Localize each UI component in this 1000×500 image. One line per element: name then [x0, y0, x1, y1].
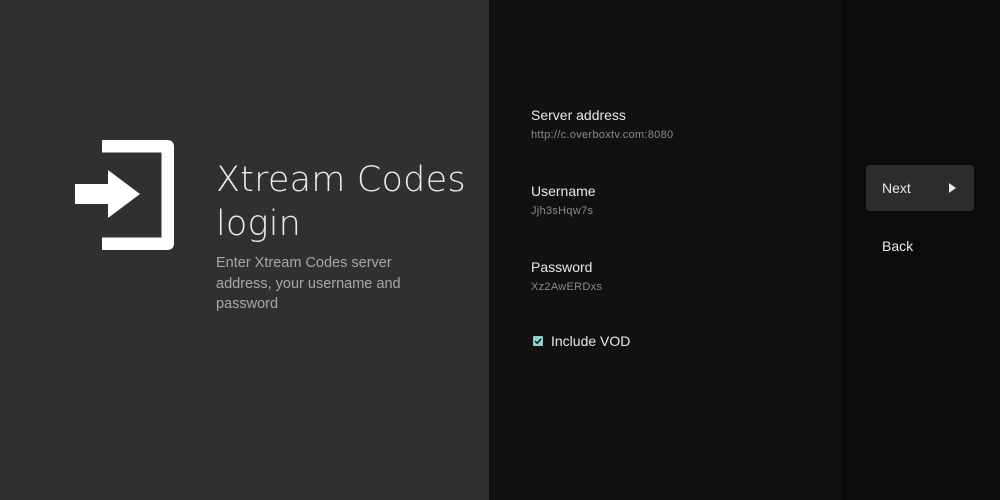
- include-vod-checkbox[interactable]: Include VOD: [533, 332, 630, 350]
- login-form: Server address http://c.overboxtv.com:80…: [489, 0, 841, 500]
- username-label: Username: [531, 183, 596, 199]
- xtream-login-screen: Xtream Codes login Enter Xtream Codes se…: [0, 0, 1000, 500]
- server-address-label: Server address: [531, 107, 626, 123]
- login-icon: [75, 140, 174, 250]
- next-button-label: Next: [882, 180, 911, 196]
- checkmark-icon: [534, 338, 542, 345]
- password-field[interactable]: Password Xz2AwERDxs: [531, 258, 811, 295]
- back-button-label: Back: [882, 238, 914, 254]
- password-label: Password: [531, 259, 593, 275]
- page-title: Xtream Codes login: [216, 160, 466, 244]
- arrow-right-icon: [949, 183, 956, 193]
- guidance-panel: Xtream Codes login Enter Xtream Codes se…: [0, 0, 489, 500]
- server-address-value: http://c.overboxtv.com:8080: [531, 129, 674, 141]
- checkbox-checked-icon[interactable]: [533, 336, 543, 346]
- page-description: Enter Xtream Codes server address, your …: [216, 255, 401, 312]
- server-address-field[interactable]: Server address http://c.overboxtv.com:80…: [531, 106, 811, 143]
- username-value: Jjh3sHqw7s: [531, 205, 594, 217]
- actions-panel: Next Back: [841, 0, 1000, 500]
- include-vod-label: Include VOD: [551, 333, 631, 349]
- next-button[interactable]: Next: [866, 165, 974, 211]
- back-button[interactable]: Back: [866, 223, 974, 269]
- password-value: Xz2AwERDxs: [531, 281, 603, 293]
- username-field[interactable]: Username Jjh3sHqw7s: [531, 182, 811, 219]
